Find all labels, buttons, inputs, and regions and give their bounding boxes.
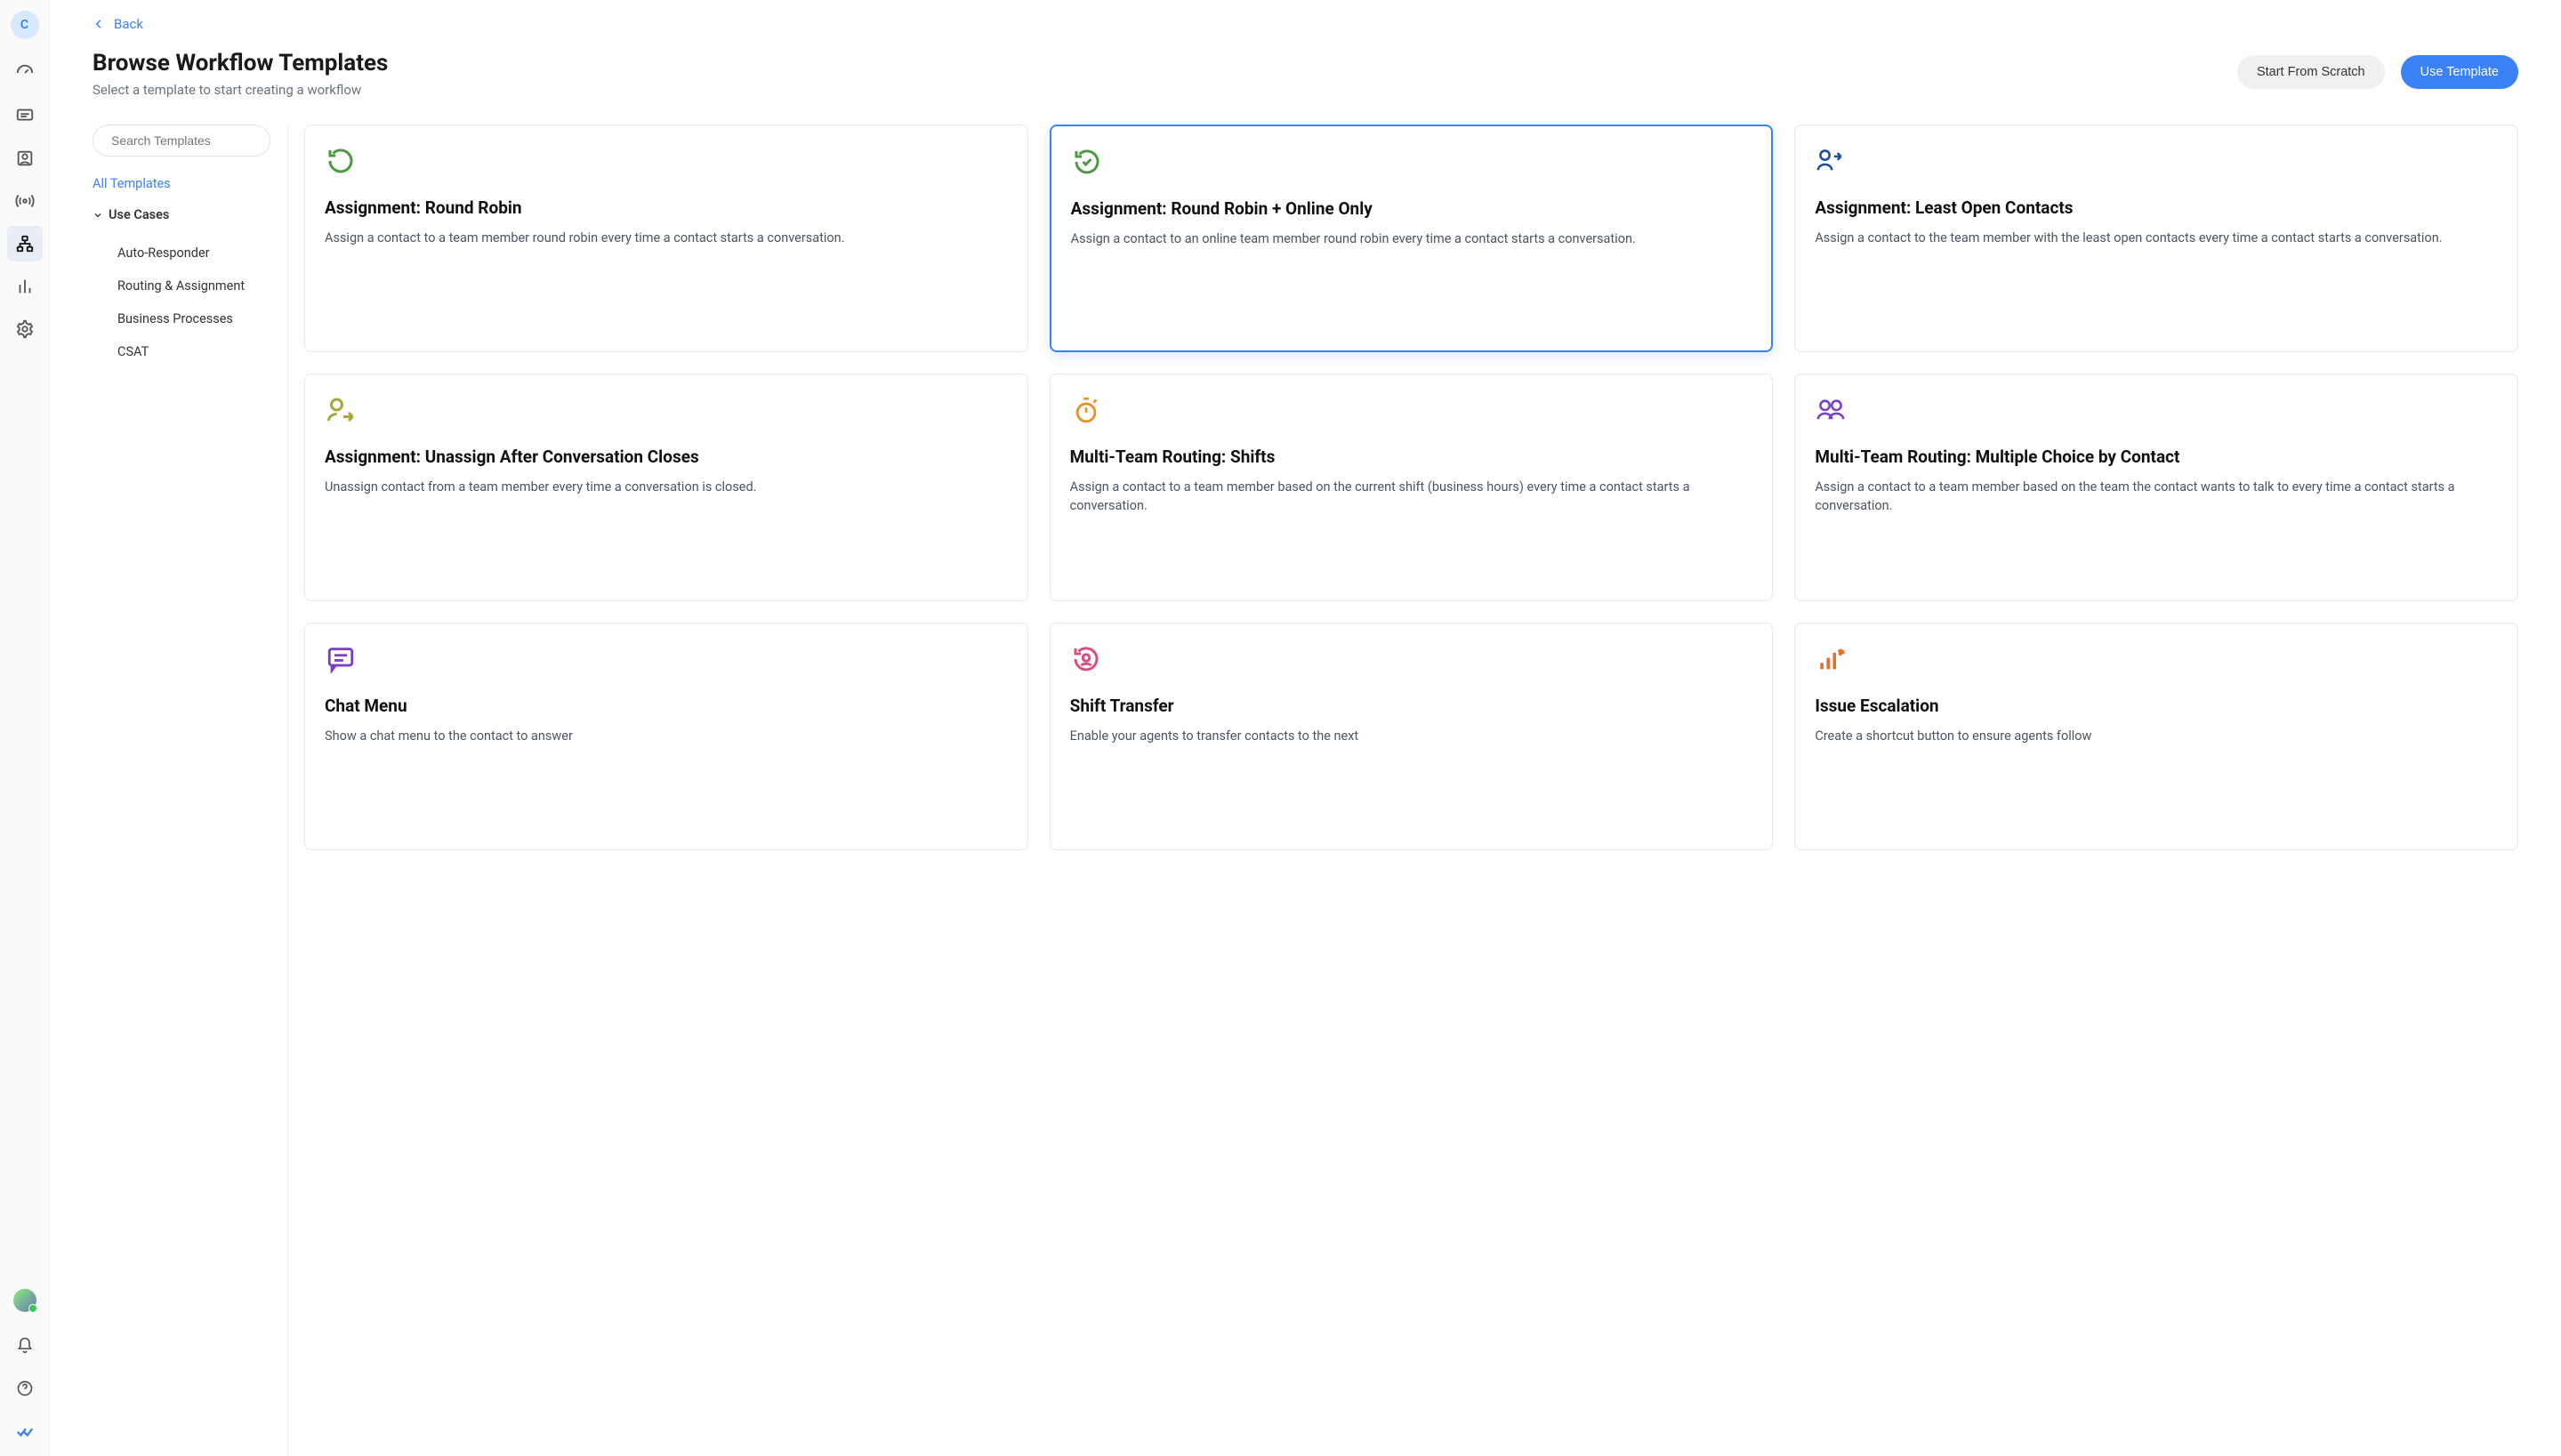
nav-notifications[interactable] — [7, 1328, 43, 1363]
template-card-icon — [1815, 145, 1847, 177]
template-card-description: Create a shortcut button to ensure agent… — [1815, 727, 2498, 746]
template-card-icon — [325, 643, 357, 675]
page-subtitle: Select a template to start creating a wo… — [93, 82, 388, 98]
template-card[interactable]: Assignment: Round Robin Assign a contact … — [304, 125, 1028, 352]
template-card[interactable]: Chat Menu Show a chat menu to the contact… — [304, 623, 1028, 850]
template-card-title: Multi-Team Routing: Shifts — [1070, 446, 1753, 469]
template-card-icon — [325, 394, 357, 426]
main-area: Back Browse Workflow Templates Select a … — [50, 0, 2561, 1456]
back-link[interactable]: Back — [93, 16, 143, 32]
page-title: Browse Workflow Templates — [93, 50, 388, 76]
template-card-title: Multi-Team Routing: Multiple Choice by C… — [1815, 446, 2498, 469]
brand-check-icon — [15, 1421, 35, 1441]
bars-icon — [15, 277, 35, 296]
nav-rail: C — [0, 0, 50, 1456]
filter-item[interactable]: Routing & Assignment — [93, 269, 273, 302]
template-card-description: Enable your agents to transfer contacts … — [1070, 727, 1753, 746]
template-card-icon — [1815, 394, 1847, 426]
broadcast-icon — [15, 191, 35, 211]
nav-help[interactable] — [7, 1371, 43, 1406]
workflow-icon — [15, 234, 35, 253]
chevron-down-icon — [93, 210, 103, 221]
template-card-title: Chat Menu — [325, 695, 1008, 718]
nav-reports[interactable] — [7, 269, 43, 304]
template-card-icon — [1070, 643, 1102, 675]
template-card[interactable]: Issue Escalation Create a shortcut button… — [1794, 623, 2518, 850]
workspace-avatar[interactable]: C — [11, 11, 39, 39]
bell-icon — [16, 1337, 34, 1355]
filter-all-templates[interactable]: All Templates — [93, 176, 273, 191]
start-from-scratch-button[interactable]: Start From Scratch — [2237, 55, 2385, 89]
template-card-title: Assignment: Least Open Contacts — [1815, 197, 2498, 220]
search-input[interactable] — [111, 133, 272, 148]
template-grid-scroll[interactable]: Assignment: Round Robin Assign a contact … — [288, 125, 2525, 1456]
template-card[interactable]: Shift Transfer Enable your agents to tran… — [1050, 623, 1774, 850]
nav-broadcast[interactable] — [7, 183, 43, 219]
template-card-icon — [1070, 394, 1102, 426]
template-card[interactable]: Assignment: Least Open Contacts Assign a … — [1794, 125, 2518, 352]
chevron-left-icon — [93, 18, 105, 30]
nav-settings[interactable] — [7, 311, 43, 347]
workspace-initial: C — [20, 18, 28, 32]
filter-item[interactable]: Auto-Responder — [93, 237, 273, 269]
template-card-title: Issue Escalation — [1815, 695, 2498, 718]
template-card-title: Assignment: Round Robin + Online Only — [1071, 197, 1752, 221]
template-card[interactable]: Multi-Team Routing: Multiple Choice by C… — [1794, 374, 2518, 601]
template-card-description: Assign a contact to an online team membe… — [1071, 229, 1752, 249]
template-card-title: Assignment: Unassign After Conversation … — [325, 446, 1008, 469]
filter-item[interactable]: CSAT — [93, 335, 273, 368]
nav-contacts[interactable] — [7, 141, 43, 176]
nav-brand[interactable] — [7, 1413, 43, 1449]
template-card-description: Assign a contact to a team member based … — [1815, 478, 2498, 517]
template-card-description: Assign a contact to a team member based … — [1070, 478, 1753, 517]
search-box[interactable] — [93, 125, 270, 157]
filter-group-label: Use Cases — [109, 207, 169, 222]
template-card-icon — [1815, 643, 1847, 675]
template-card-icon — [1071, 146, 1103, 178]
template-card-title: Assignment: Round Robin — [325, 197, 1008, 220]
template-card[interactable]: Assignment: Unassign After Conversation … — [304, 374, 1028, 601]
use-template-button[interactable]: Use Template — [2401, 55, 2518, 89]
template-card-description: Assign a contact to the team member with… — [1815, 229, 2498, 248]
gauge-icon — [15, 63, 35, 83]
template-card-description: Unassign contact from a team member ever… — [325, 478, 1008, 497]
template-card[interactable]: Multi-Team Routing: Shifts Assign a conta… — [1050, 374, 1774, 601]
template-grid: Assignment: Round Robin Assign a contact … — [304, 125, 2518, 850]
help-icon — [16, 1380, 34, 1397]
gear-icon — [15, 319, 35, 339]
template-card-icon — [325, 145, 357, 177]
template-card-description: Show a chat menu to the contact to answe… — [325, 727, 1008, 746]
filter-group-use-cases[interactable]: Use Cases — [93, 207, 273, 222]
nav-messages[interactable] — [7, 98, 43, 133]
chat-icon — [15, 106, 35, 125]
nav-dashboard[interactable] — [7, 55, 43, 91]
nav-workflows[interactable] — [7, 226, 43, 261]
template-card-title: Shift Transfer — [1070, 695, 1753, 718]
template-sidebar: All Templates Use Cases Auto-ResponderRo… — [93, 125, 288, 1456]
template-card[interactable]: Assignment: Round Robin + Online Only Ass… — [1050, 125, 1774, 352]
person-card-icon — [15, 149, 35, 168]
page-header: Back Browse Workflow Templates Select a … — [50, 0, 2561, 98]
back-label: Back — [114, 16, 143, 32]
filter-item[interactable]: Business Processes — [93, 302, 273, 335]
current-user-avatar[interactable] — [13, 1289, 36, 1312]
template-card-description: Assign a contact to a team member round … — [325, 229, 1008, 248]
